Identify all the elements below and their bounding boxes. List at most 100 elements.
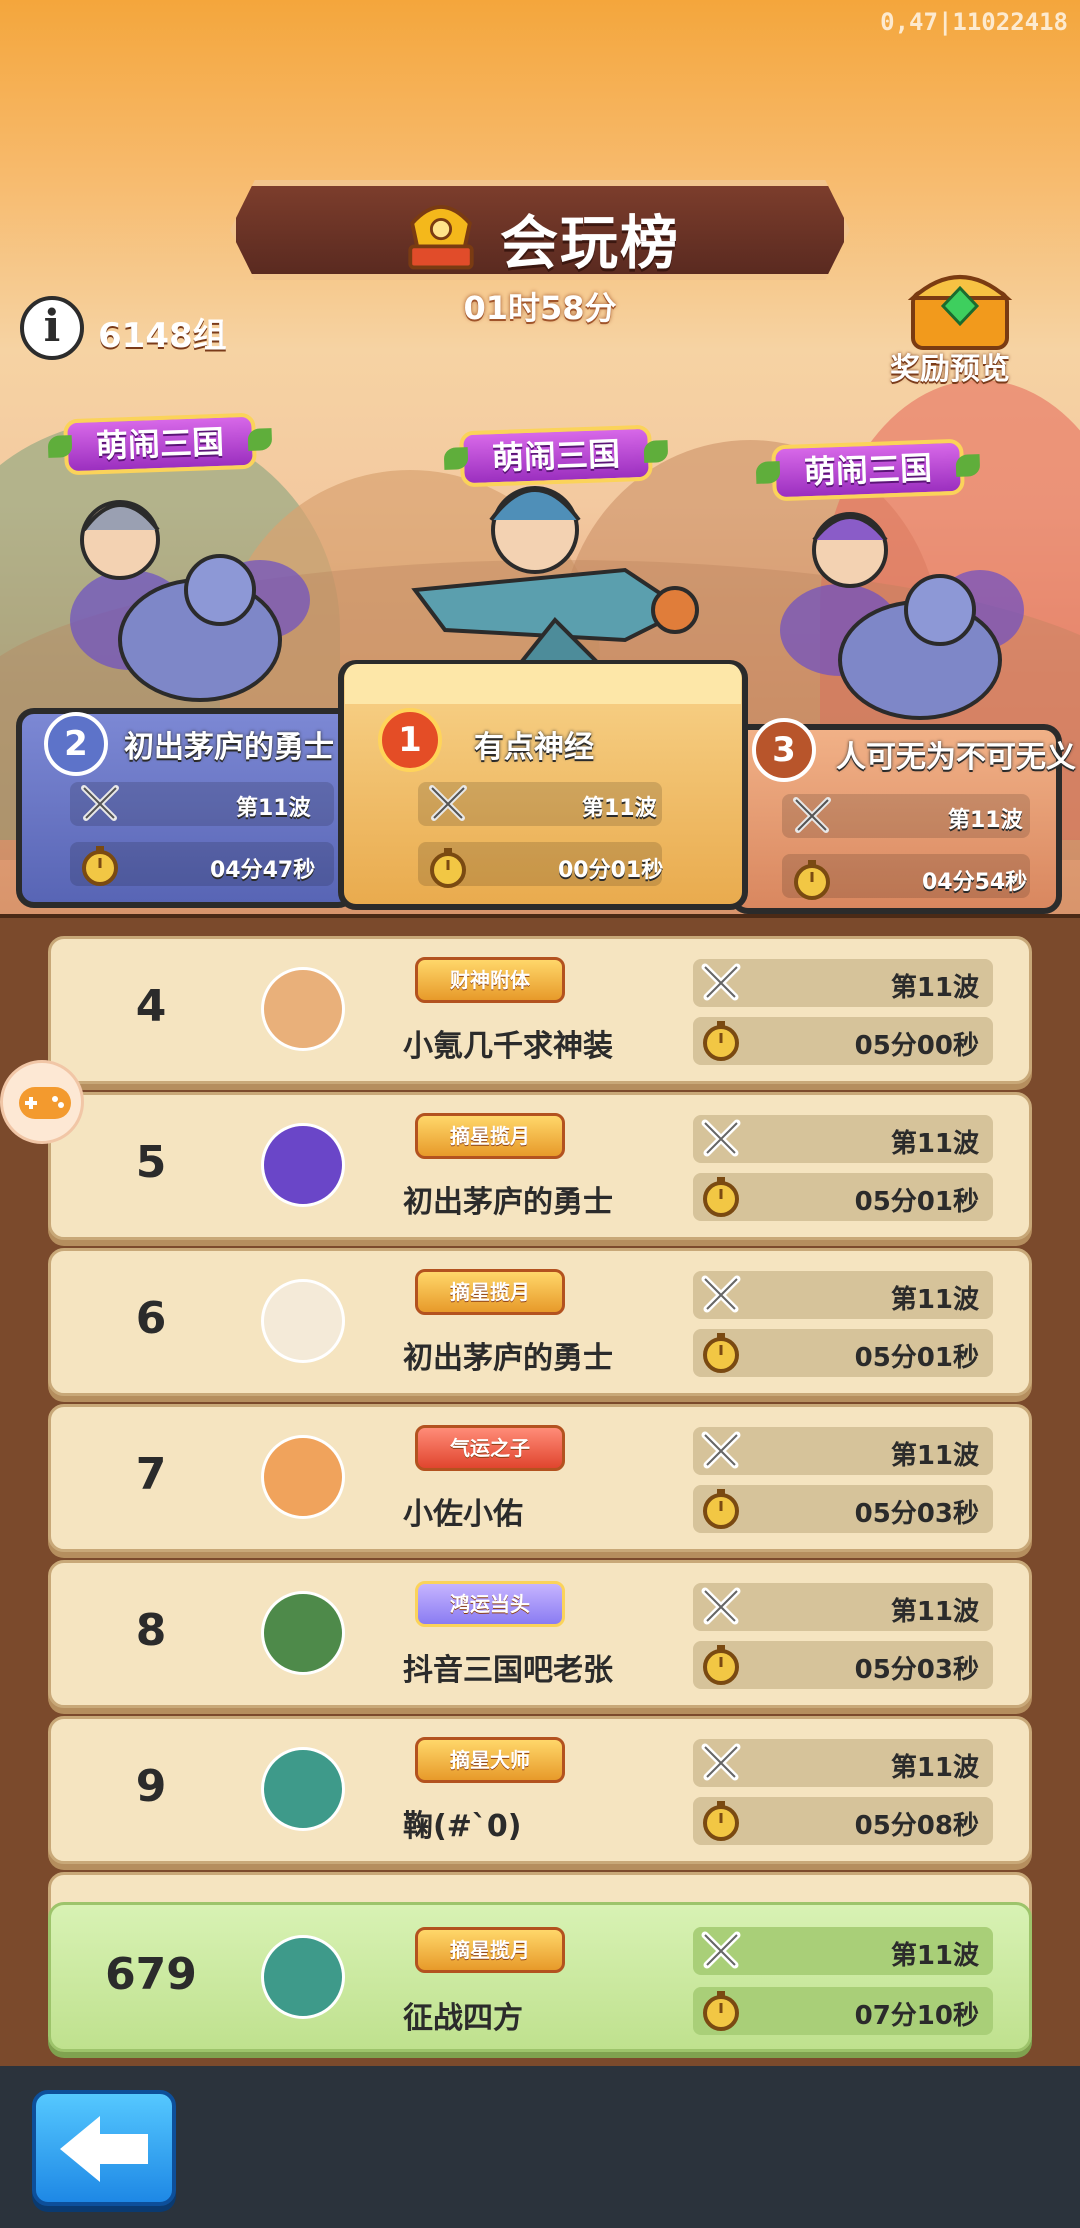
avatar	[261, 1435, 345, 1519]
rank-medal-2: 2	[44, 712, 108, 776]
wave-box: 第11波	[693, 1271, 993, 1319]
list-item[interactable]: 7 气运之子 小佐小佑 第11波 05分03秒	[48, 1404, 1032, 1552]
trophy-icon	[408, 205, 474, 270]
rank-number: 4	[135, 981, 167, 1032]
treasure-chest-icon[interactable]	[905, 262, 1015, 352]
wave-box: 第11波	[693, 1583, 993, 1631]
player-name: 征战四方	[403, 2001, 523, 2036]
podium-wave-2: 第11波	[236, 796, 311, 821]
wave-value: 第11波	[890, 973, 979, 1003]
title-badge: 气运之子	[415, 1425, 565, 1471]
podium-wave-3: 第11波	[948, 808, 1023, 833]
stopwatch-icon	[430, 848, 466, 888]
title-badge: 鸿运当头	[415, 1581, 565, 1627]
wave-box: 第11波	[693, 1739, 993, 1787]
list-item[interactable]: 6 摘星揽月 初出茅庐的勇士 第11波 05分01秒	[48, 1248, 1032, 1396]
stopwatch-icon	[703, 1021, 739, 1061]
podium-time-1: 00分01秒	[558, 858, 664, 883]
wave-box: 第11波	[693, 1115, 993, 1163]
avatar	[261, 1747, 345, 1831]
wave-value: 第11波	[890, 1753, 979, 1783]
time-value: 05分00秒	[854, 1031, 979, 1061]
avatar	[261, 1279, 345, 1363]
rank-number: 7	[135, 1449, 167, 1500]
time-value: 05分03秒	[854, 1499, 979, 1529]
time-box: 05分01秒	[693, 1173, 993, 1221]
rank-medal-1: 1	[378, 708, 442, 772]
crossed-swords-icon	[793, 797, 831, 833]
crossed-swords-icon	[701, 1931, 741, 1969]
stopwatch-icon	[703, 1801, 739, 1841]
crossed-swords-icon	[701, 1743, 741, 1781]
leaderboard-scene: 0,47|11022418 会玩榜 01时58分 i 6148组 奖励预览 萌闹…	[0, 0, 1080, 920]
game-tag-rank2: 萌闹三国	[63, 412, 257, 476]
list-item[interactable]: 5 摘星揽月 初出茅庐的勇士 第11波 05分01秒	[48, 1092, 1032, 1240]
hero-rank3-avatar	[780, 512, 1024, 720]
time-value: 05分01秒	[854, 1187, 979, 1217]
hero-rank2-avatar	[70, 500, 310, 702]
my-rank-row[interactable]: 679 摘星揽月 征战四方 第11波 07分10秒	[48, 1902, 1032, 2052]
title-badge: 财神附体	[415, 957, 565, 1003]
time-box: 05分08秒	[693, 1797, 993, 1845]
game-tag-rank3: 萌闹三国	[771, 438, 965, 502]
title-badge: 摘星揽月	[415, 1113, 565, 1159]
podium-name-2: 初出茅庐的勇士	[124, 730, 334, 765]
wave-box: 第11波	[693, 1927, 993, 1975]
wave-value: 第11波	[890, 1941, 979, 1971]
time-box: 05分03秒	[693, 1641, 993, 1689]
title-badge: 摘星大师	[415, 1737, 565, 1783]
crossed-swords-icon	[701, 1431, 741, 1469]
title-badge: 摘星揽月	[415, 1269, 565, 1315]
ranking-list[interactable]: 4 财神附体 小氪几千求神装 第11波 05分00秒 5 摘星揽月 初出茅庐的勇…	[0, 914, 1080, 2066]
wave-box: 第11波	[693, 959, 993, 1007]
wave-value: 第11波	[890, 1597, 979, 1627]
wave-value: 第11波	[890, 1285, 979, 1315]
rank-number: 5	[135, 1137, 167, 1188]
time-value: 07分10秒	[854, 2001, 979, 2031]
list-item[interactable]: 9 摘星大师 鞠(#`0) 第11波 05分08秒	[48, 1716, 1032, 1864]
crossed-swords-icon	[701, 1275, 741, 1313]
stopwatch-icon	[703, 1645, 739, 1685]
crossed-swords-icon	[81, 785, 119, 821]
crossed-swords-icon	[701, 963, 741, 1001]
avatar	[261, 1123, 345, 1207]
player-name: 小氪几千求神装	[403, 1029, 613, 1064]
crossed-swords-icon	[701, 1119, 741, 1157]
podium-time-2: 04分47秒	[210, 858, 316, 883]
avatar	[261, 1935, 345, 2019]
avatar	[261, 967, 345, 1051]
reward-preview-button[interactable]: 奖励预览	[890, 344, 1010, 388]
time-box: 05分01秒	[693, 1329, 993, 1377]
wave-value: 第11波	[890, 1441, 979, 1471]
crossed-swords-icon	[701, 1587, 741, 1625]
stopwatch-icon	[703, 1177, 739, 1217]
stopwatch-icon	[82, 846, 118, 886]
podium-wave-1: 第11波	[582, 796, 657, 821]
rank-number: 679	[105, 1949, 197, 2000]
time-value: 05分03秒	[854, 1655, 979, 1685]
rank-medal-3: 3	[752, 718, 816, 782]
page-title: 会玩榜	[500, 209, 681, 277]
time-box: 07分10秒	[693, 1987, 993, 2035]
crossed-swords-icon	[429, 785, 467, 821]
avatar	[261, 1591, 345, 1675]
time-value: 05分01秒	[854, 1343, 979, 1373]
player-name: 初出茅庐的勇士	[403, 1185, 613, 1220]
stopwatch-icon	[703, 1991, 739, 2031]
title-badge: 摘星揽月	[415, 1927, 565, 1973]
player-name: 鞠(#`0)	[403, 1809, 522, 1844]
build-id: 0,47|11022418	[880, 8, 1068, 36]
info-icon[interactable]: i	[20, 296, 84, 360]
time-value: 05分08秒	[854, 1811, 979, 1841]
rank-number: 6	[135, 1293, 167, 1344]
list-item[interactable]: 4 财神附体 小氪几千求神装 第11波 05分00秒	[48, 936, 1032, 1084]
floating-game-button[interactable]	[0, 1060, 84, 1144]
rank-number: 9	[135, 1761, 167, 1812]
list-item[interactable]: 8 鸿运当头 抖音三国吧老张 第11波 05分03秒	[48, 1560, 1032, 1708]
podium-time-3: 04分54秒	[922, 870, 1028, 895]
back-button[interactable]	[32, 2090, 176, 2206]
podium-name-1: 有点神经	[474, 730, 594, 765]
wave-value: 第11波	[890, 1129, 979, 1159]
podium-name-3: 人可无为不可无义	[836, 740, 1076, 775]
time-box: 05分00秒	[693, 1017, 993, 1065]
